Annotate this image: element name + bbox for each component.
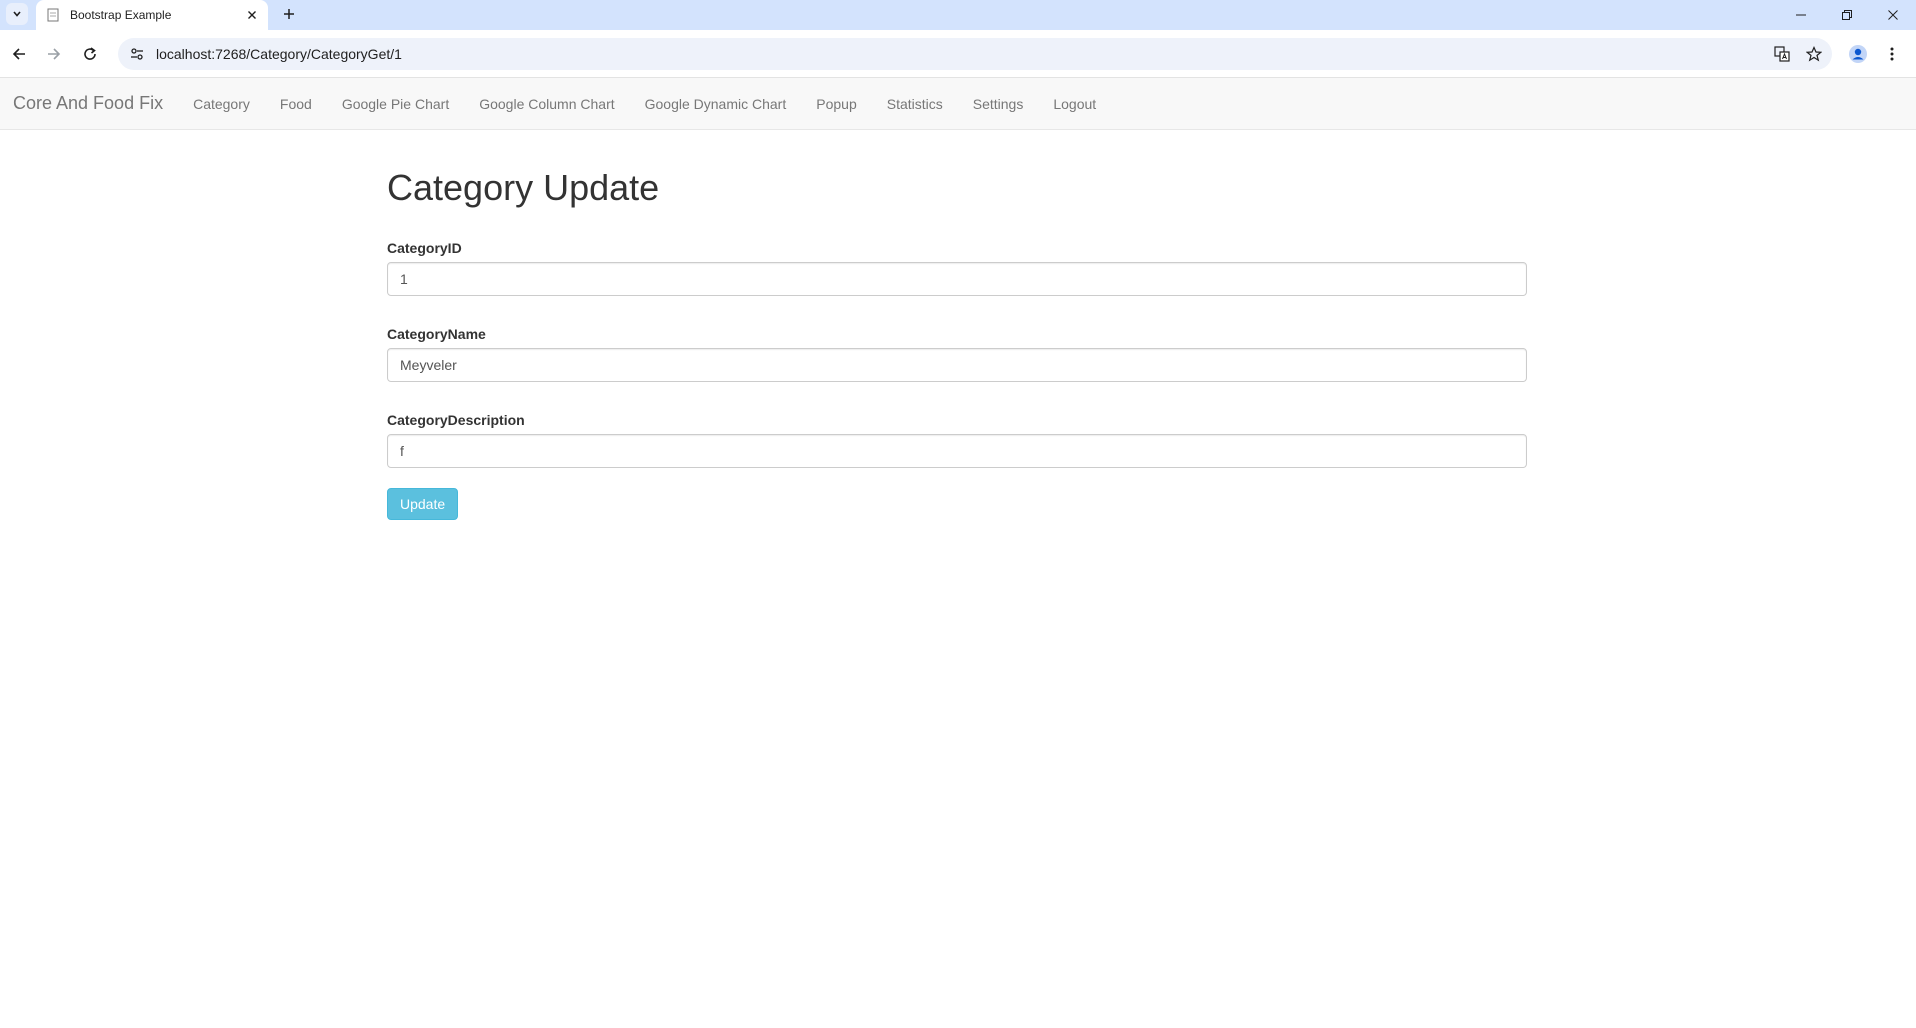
reload-icon: [84, 47, 96, 60]
arrow-right-icon: [48, 48, 61, 60]
category-name-label: CategoryName: [387, 325, 486, 342]
category-name-group: CategoryName: [387, 326, 1527, 382]
new-tab-button[interactable]: [278, 3, 300, 25]
nav-link-google-pie-chart[interactable]: Google Pie Chart: [327, 96, 464, 112]
minimize-icon: [1796, 14, 1806, 16]
category-id-input[interactable]: [387, 261, 1527, 296]
nav-link-google-dynamic-chart[interactable]: Google Dynamic Chart: [630, 96, 802, 112]
nav-link-food[interactable]: Food: [265, 96, 327, 112]
category-description-input[interactable]: [387, 433, 1527, 468]
address-bar[interactable]: localhost:7268/Category/CategoryGet/1: [118, 38, 1832, 70]
category-id-label: CategoryID: [387, 239, 462, 256]
browser-menu-button[interactable]: [1880, 42, 1904, 66]
nav-link-statistics[interactable]: Statistics: [872, 96, 958, 112]
reload-button[interactable]: [78, 42, 102, 66]
avatar-icon: [1849, 45, 1867, 63]
nav-link-category[interactable]: Category: [178, 96, 265, 112]
browser-tabstrip: Bootstrap Example: [0, 0, 1916, 30]
browser-tab-active[interactable]: Bootstrap Example: [36, 0, 268, 30]
browser-toolbar: localhost:7268/Category/CategoryGet/1: [0, 30, 1916, 78]
site-info-icon[interactable]: [126, 43, 148, 65]
nav-link-popup[interactable]: Popup: [801, 96, 871, 112]
plus-icon: [284, 9, 294, 19]
site-navbar: Core And Food Fix Category Food Google P…: [0, 78, 1916, 130]
category-id-group: CategoryID: [387, 240, 1527, 296]
restore-button[interactable]: [1824, 0, 1870, 30]
back-button[interactable]: [7, 42, 31, 66]
window-controls: [1778, 0, 1916, 30]
navbar-links: Category Food Google Pie Chart Google Co…: [178, 96, 1111, 112]
page-icon: [47, 8, 59, 22]
close-window-button[interactable]: [1870, 0, 1916, 30]
nav-link-logout[interactable]: Logout: [1038, 96, 1111, 112]
tab-search-button[interactable]: [6, 3, 28, 25]
update-button[interactable]: Update: [387, 487, 459, 520]
restore-icon: [1842, 10, 1852, 20]
close-tab-icon[interactable]: [242, 5, 262, 25]
category-description-group: CategoryDescription: [387, 412, 1527, 468]
page-title: Category Update: [387, 167, 660, 208]
profile-button[interactable]: [1844, 42, 1872, 66]
url-text[interactable]: localhost:7268/Category/CategoryGet/1: [156, 46, 1768, 62]
forward-button[interactable]: [42, 42, 66, 66]
category-description-label: CategoryDescription: [387, 411, 525, 428]
navbar-brand[interactable]: Core And Food Fix: [13, 93, 178, 114]
nav-link-settings[interactable]: Settings: [958, 96, 1039, 112]
category-update-form: CategoryID CategoryName CategoryDescript…: [387, 240, 1527, 520]
main-content: Category Update CategoryID CategoryName …: [387, 130, 1527, 520]
minimize-button[interactable]: [1778, 0, 1824, 30]
close-icon: [1888, 10, 1898, 20]
tab-title: Bootstrap Example: [70, 8, 172, 22]
nav-link-google-column-chart[interactable]: Google Column Chart: [464, 96, 629, 112]
bookmark-star-icon[interactable]: [1800, 40, 1828, 68]
category-name-input[interactable]: [387, 347, 1527, 382]
arrow-left-icon: [12, 48, 25, 60]
chevron-down-icon: [13, 11, 21, 17]
kebab-menu-icon: [1890, 47, 1894, 61]
translate-icon[interactable]: [1768, 40, 1796, 68]
